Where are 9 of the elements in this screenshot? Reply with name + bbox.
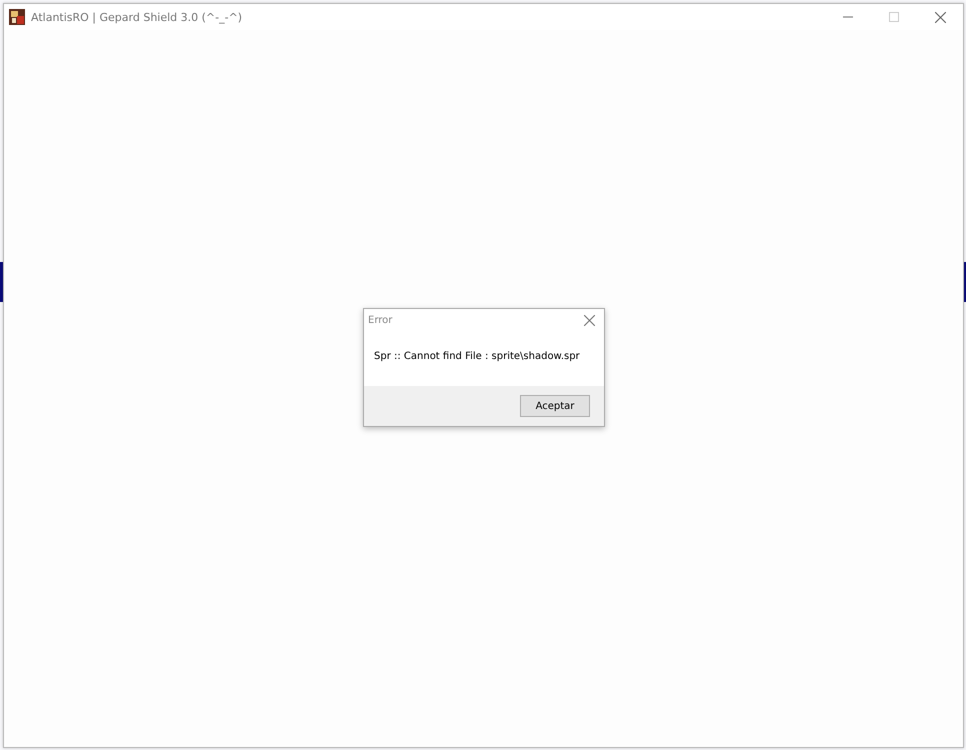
close-icon	[584, 314, 594, 326]
window-title: AtlantisRO | Gepard Shield 3.0 (^-_-^)	[31, 10, 242, 24]
close-button[interactable]	[582, 313, 596, 327]
close-icon	[934, 12, 946, 22]
accept-button[interactable]: Aceptar	[520, 395, 590, 417]
error-message: Spr :: Cannot find File : sprite\shadow.spr	[374, 351, 580, 362]
app-icon	[9, 9, 25, 25]
dialog-title: Error	[368, 314, 392, 326]
maximize-icon	[889, 12, 899, 22]
